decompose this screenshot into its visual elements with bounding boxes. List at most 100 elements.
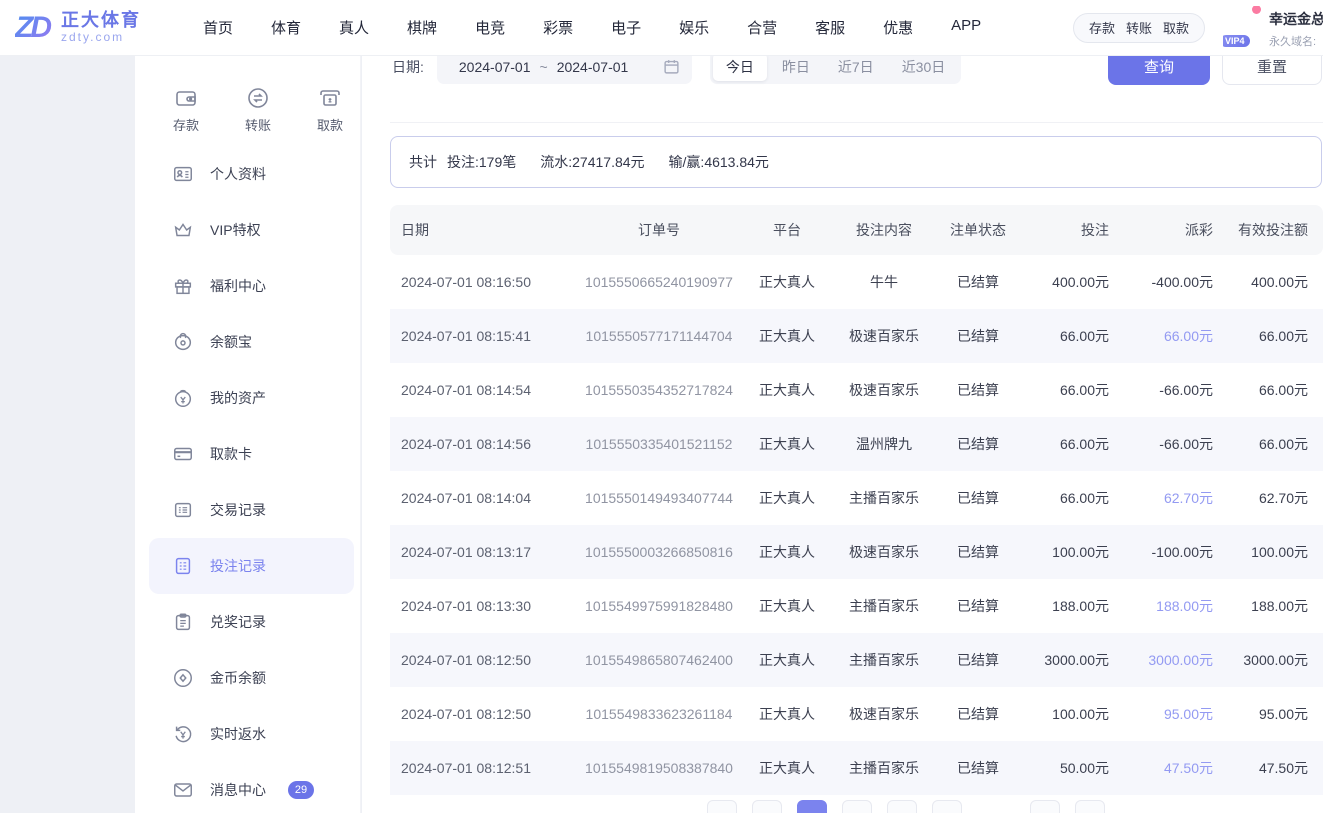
table-row[interactable]: 2024-07-01 08:12:50 1015549865807462400 … — [390, 633, 1323, 687]
pagination-button[interactable] — [932, 800, 962, 813]
pagination-button[interactable] — [842, 800, 872, 813]
table-row[interactable]: 2024-07-01 08:15:41 1015550577171144704 … — [390, 309, 1323, 363]
sidebar-item-label: 余额宝 — [210, 334, 252, 350]
summary-winloss: 输/赢:4613.84元 — [668, 154, 769, 170]
table-row[interactable]: 2024-07-01 08:13:30 1015549975991828480 … — [390, 579, 1323, 633]
sidebar-item-bankcard[interactable]: 取款卡 — [149, 426, 354, 482]
header-transfer-button[interactable]: 转账 — [1126, 18, 1152, 37]
sidebar-item-label: 我的资产 — [210, 390, 266, 406]
nav-item[interactable]: 客服 — [815, 17, 845, 38]
column-header: 投注内容 — [856, 222, 912, 238]
cell-bet-content: 主播百家乐 — [849, 760, 919, 776]
cell-platform: 正大真人 — [759, 274, 815, 290]
filter-divider — [390, 122, 1323, 123]
cell-platform: 正大真人 — [759, 382, 815, 398]
sidebar-item-transactions[interactable]: 交易记录 — [149, 482, 354, 538]
site-logo[interactable]: ZD 正大体育 zdty.com — [15, 10, 141, 45]
cell-platform: 正大真人 — [759, 760, 815, 776]
sidebar-item-bet-records[interactable]: 投注记录 — [149, 538, 354, 594]
wallet-pill: 存款 转账 取款 — [1072, 12, 1205, 43]
sidebar-item-label: VIP特权 — [210, 222, 261, 238]
cell-order-number: 1015550354352717824 — [585, 382, 733, 398]
table-header-row: 日期 订单号 平台 投注内容 注单状态 投注 派彩 有效投注额 — [390, 205, 1323, 255]
sidebar-item-label: 个人资料 — [210, 166, 266, 182]
cell-status: 已结算 — [957, 598, 999, 614]
quick-range-button[interactable]: 昨日 — [769, 53, 823, 81]
column-header: 平台 — [773, 222, 801, 238]
cell-bet-content: 牛牛 — [870, 274, 898, 290]
pagination-button[interactable] — [1030, 800, 1060, 813]
cell-valid-bet: 400.00元 — [1251, 274, 1308, 290]
cell-bet-content: 极速百家乐 — [849, 706, 919, 722]
user-block[interactable]: VIP4 幸运金总 永久域名: — [1223, 6, 1323, 49]
header-withdraw-button[interactable]: 取款 — [1163, 18, 1189, 37]
pagination-button[interactable] — [887, 800, 917, 813]
table-row[interactable]: 2024-07-01 08:14:04 1015550149493407744 … — [390, 471, 1323, 525]
sidebar-item-assets[interactable]: 我的资产 — [149, 370, 354, 426]
quick-range-button[interactable]: 近7日 — [825, 53, 887, 81]
cell-valid-bet: 62.70元 — [1258, 490, 1308, 506]
sidebar-item-label: 福利中心 — [210, 278, 266, 294]
cell-status: 已结算 — [957, 706, 999, 722]
message-icon — [174, 783, 192, 797]
table-row[interactable]: 2024-07-01 08:14:56 1015550335401521152 … — [390, 417, 1323, 471]
rebate-icon — [175, 726, 192, 743]
table-row[interactable]: 2024-07-01 08:12:51 1015549819508387840 … — [390, 741, 1323, 795]
nav-item[interactable]: 合营 — [747, 17, 777, 38]
table-row[interactable]: 2024-07-01 08:13:17 1015550003266850816 … — [390, 525, 1323, 579]
cell-payout: 95.00元 — [1163, 706, 1213, 722]
pagination-button[interactable] — [707, 800, 737, 813]
sidebar-item-yuebao[interactable]: 余额宝 — [149, 314, 354, 370]
cell-order-number: 1015549865807462400 — [585, 652, 733, 668]
table-row[interactable]: 2024-07-01 08:16:50 1015550665240190977 … — [390, 255, 1323, 309]
cell-bet-content: 极速百家乐 — [849, 382, 919, 398]
sidebar-menu: 个人资料 VIP特权 福利中心 余额宝 我的资产 取款卡 交易记录 投注记录 兑… — [135, 146, 360, 813]
pagination-button[interactable] — [797, 800, 827, 813]
sidebar-item-label: 投注记录 — [210, 558, 266, 574]
nav-item[interactable]: 娱乐 — [679, 17, 709, 38]
date-range-value: 2024-07-01 ~ 2024-07-01 — [459, 59, 628, 75]
nav-item[interactable]: 棋牌 — [407, 17, 437, 38]
welfare-icon — [174, 279, 192, 295]
quick-range-button[interactable]: 近30日 — [889, 53, 959, 81]
nav-item[interactable]: APP — [951, 17, 981, 38]
table-row[interactable]: 2024-07-01 08:14:54 1015550354352717824 … — [390, 363, 1323, 417]
cell-bet-content: 主播百家乐 — [849, 490, 919, 506]
nav-item[interactable]: 首页 — [203, 17, 233, 38]
sidebar-item-messages[interactable]: 消息中心 29 — [149, 762, 354, 813]
sidebar-item-redeem-records[interactable]: 兑奖记录 — [149, 594, 354, 650]
column-header: 订单号 — [638, 222, 680, 238]
message-count-badge: 29 — [288, 781, 314, 799]
shortcut-transfer[interactable]: 转账 — [237, 86, 279, 134]
vip-icon — [174, 223, 192, 237]
cell-bet-amount: 50.00元 — [1059, 760, 1109, 776]
sidebar-item-coin-balance[interactable]: 金币余额 — [149, 650, 354, 706]
shortcut-withdraw[interactable]: 取款 — [309, 86, 351, 134]
pagination-button[interactable] — [752, 800, 782, 813]
header-right: 存款 转账 取款 VIP4 幸运金总 永久域名: — [1072, 6, 1323, 49]
nav-item[interactable]: 彩票 — [543, 17, 573, 38]
nav-item[interactable]: 电竞 — [475, 17, 505, 38]
cell-valid-bet: 47.50元 — [1258, 760, 1308, 776]
site-title: 正大体育 — [61, 10, 141, 30]
sidebar-item-label: 消息中心 — [210, 782, 266, 798]
shortcut-deposit[interactable]: 存款 — [165, 86, 207, 134]
table-row[interactable]: 2024-07-01 08:12:50 1015549833623261184 … — [390, 687, 1323, 741]
header-deposit-button[interactable]: 存款 — [1089, 18, 1115, 37]
sidebar-item-vip[interactable]: VIP特权 — [149, 202, 354, 258]
nav-item[interactable]: 体育 — [271, 17, 301, 38]
sidebar-item-rebate[interactable]: 实时返水 — [149, 706, 354, 762]
cell-order-number: 1015550335401521152 — [585, 436, 733, 452]
cell-status: 已结算 — [957, 274, 999, 290]
nav-item[interactable]: 真人 — [339, 17, 369, 38]
nav-item[interactable]: 电子 — [611, 17, 641, 38]
cell-payout: -100.00元 — [1151, 544, 1213, 560]
nav-item[interactable]: 优惠 — [883, 17, 913, 38]
sidebar-item-label: 实时返水 — [210, 726, 266, 742]
profile-icon — [174, 166, 192, 182]
sidebar-item-profile[interactable]: 个人资料 — [149, 146, 354, 202]
quick-range-button[interactable]: 今日 — [712, 52, 767, 81]
pagination-button[interactable] — [1075, 800, 1105, 813]
logo-text: 正大体育 zdty.com — [61, 10, 141, 44]
sidebar-item-welfare[interactable]: 福利中心 — [149, 258, 354, 314]
